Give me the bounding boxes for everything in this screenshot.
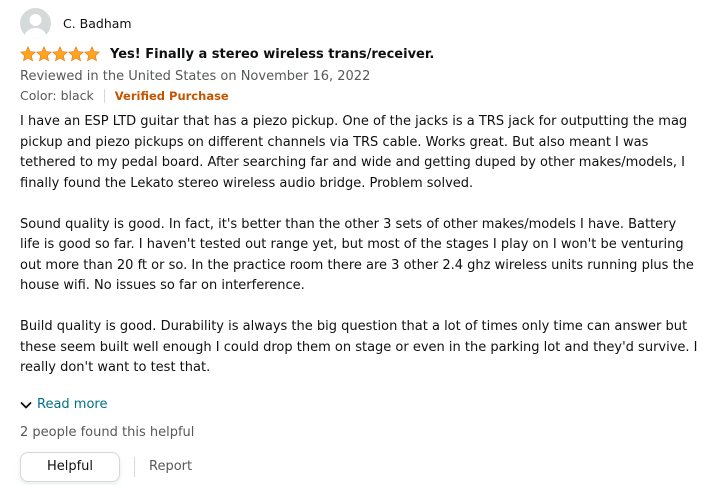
review-paragraph: Build quality is good. Durability is alw… — [20, 319, 698, 375]
verified-purchase-badge: Verified Purchase — [114, 89, 229, 103]
star-rating[interactable] — [20, 46, 100, 62]
variant-label: Color: black — [20, 88, 94, 103]
read-more-label: Read more — [37, 397, 108, 412]
star-icon — [36, 46, 52, 62]
star-icon — [52, 46, 68, 62]
review-paragraph: I have an ESP LTD guitar that has a piez… — [20, 114, 688, 191]
review-body: I have an ESP LTD guitar that has a piez… — [20, 112, 700, 379]
person-icon — [24, 13, 47, 39]
review-variant-row: Color: black Verified Purchase — [20, 86, 700, 106]
review-title-row: Yes! Finally a stereo wireless trans/rec… — [20, 44, 700, 64]
divider — [134, 456, 135, 477]
customer-review: C. Badham Yes! Finally a stereo wireless… — [20, 6, 700, 482]
star-icon — [68, 46, 84, 62]
chevron-down-icon — [20, 401, 32, 408]
star-icon — [20, 46, 36, 62]
reviewer-profile[interactable]: C. Badham — [20, 6, 700, 40]
review-paragraph: Sound quality is good. In fact, it's bet… — [20, 216, 694, 294]
report-link[interactable]: Report — [149, 459, 192, 474]
divider — [103, 89, 105, 103]
review-actions: Helpful Report — [20, 451, 700, 482]
read-more-link[interactable]: Read more — [20, 395, 700, 415]
helpful-count: 2 people found this helpful — [20, 424, 195, 440]
review-date: Reviewed in the United States on Novembe… — [20, 69, 371, 84]
reviewer-name[interactable]: C. Badham — [63, 16, 132, 31]
avatar — [20, 7, 51, 39]
helpful-button[interactable]: Helpful — [20, 451, 120, 482]
review-title[interactable]: Yes! Finally a stereo wireless trans/rec… — [110, 47, 434, 62]
star-icon — [84, 46, 100, 62]
